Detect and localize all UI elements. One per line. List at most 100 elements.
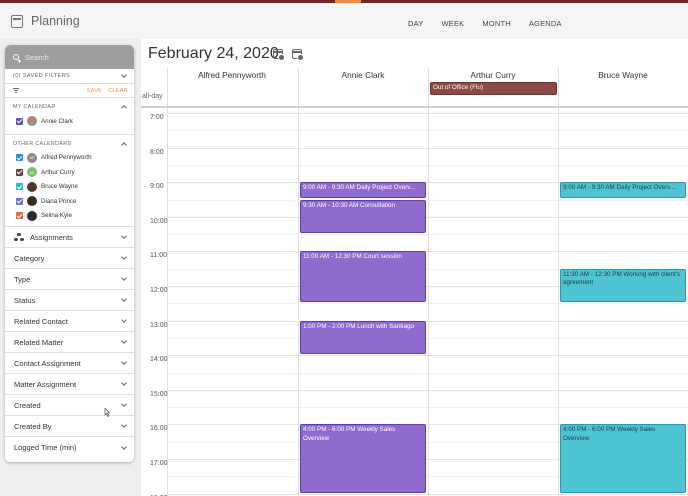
half-hour-line xyxy=(167,130,688,132)
column-header: Annie Clark xyxy=(341,70,385,80)
hour-line xyxy=(167,493,688,495)
chevron-down-icon xyxy=(121,254,127,260)
filter-assignments[interactable]: Assignments xyxy=(5,227,134,248)
date-picker-icon[interactable] xyxy=(292,49,304,61)
calendar-event[interactable]: 11:30 AM - 12:30 PM Working with client'… xyxy=(560,268,686,303)
filter-label: Contact Assignment xyxy=(14,358,81,368)
calendar-item-label: Diana Prince xyxy=(41,197,77,205)
hour-label: 14:00 xyxy=(150,356,168,364)
filter-type[interactable]: Type xyxy=(5,269,134,290)
half-hour-line xyxy=(167,303,688,305)
filter-related-contact[interactable]: Related Contact xyxy=(5,311,134,332)
hour-label: 11:00 xyxy=(150,252,167,260)
calendar-item-label: Arthur Curry xyxy=(41,168,75,176)
filter-status[interactable]: Status xyxy=(5,290,134,311)
filter-matter-assignment[interactable]: Matter Assignment xyxy=(5,374,134,395)
hour-label: 7:00 xyxy=(150,114,164,121)
half-hour-line xyxy=(167,234,688,236)
calendar-event[interactable]: 4:00 PM - 6:00 PM Weekly Sales Overview xyxy=(300,424,426,493)
filter-created-by[interactable]: Created By xyxy=(5,416,134,437)
filter-label: Type xyxy=(14,274,31,284)
filter-related-matter[interactable]: Related Matter xyxy=(5,332,134,353)
hour-label: 8:00 xyxy=(150,148,164,156)
search-icon xyxy=(13,54,19,60)
chevron-up-icon xyxy=(121,141,127,148)
filter-logged-time[interactable]: Logged Time (min) xyxy=(5,437,134,458)
calendar-item-diana-prince[interactable]: Diana Prince xyxy=(5,194,134,209)
avatar: AC xyxy=(27,167,37,178)
hour-line xyxy=(167,389,688,391)
saved-filters-dropdown[interactable]: (0) SAVED FILTERS xyxy=(5,69,134,84)
tab-month[interactable]: MONTH xyxy=(473,3,520,42)
chevron-down-icon xyxy=(121,72,127,78)
tab-week[interactable]: WEEK xyxy=(432,3,473,42)
allday-event[interactable]: Out of Office (Flu) xyxy=(430,82,557,95)
hour-line xyxy=(167,355,688,357)
checkbox[interactable] xyxy=(16,197,23,205)
column-header: Arthur Curry xyxy=(470,70,516,80)
calendar-event[interactable]: 9:30 AM - 10:30 AM Consultation xyxy=(300,199,426,234)
calendar-day-view: February 24, 2020 Alfred Pennyworth Annie… xyxy=(141,39,688,496)
column-header: Alfred Pennyworth xyxy=(198,70,266,80)
chevron-down-icon xyxy=(121,380,127,386)
hour-label: 17:00 xyxy=(150,460,168,467)
calendar-item-arthur-curry[interactable]: AC Arthur Curry xyxy=(5,165,134,180)
filter-label: Related Matter xyxy=(14,337,64,347)
allday-label: all-day xyxy=(142,93,163,100)
other-calendars-section[interactable]: OTHER CALENDARS xyxy=(5,137,134,151)
hour-line xyxy=(167,147,688,149)
calendar-event[interactable]: 11:00 AM - 12:30 PM Court session xyxy=(300,251,426,303)
tab-day[interactable]: DAY xyxy=(399,3,433,42)
chevron-down-icon xyxy=(121,275,127,281)
checkbox[interactable] xyxy=(16,183,23,191)
saved-filters-label: (0) SAVED FILTERS xyxy=(13,73,71,79)
clear-filter-button[interactable]: CLEAR xyxy=(108,88,128,94)
calendar-event[interactable]: 9:00 AM - 9:30 AM Daily Project Overv... xyxy=(300,182,426,199)
checkbox[interactable] xyxy=(16,117,23,125)
calendar-item-alfred-pennyworth[interactable]: AP Alfred Pennyworth xyxy=(5,151,134,166)
half-hour-line xyxy=(167,199,688,201)
search-box xyxy=(5,45,134,69)
chevron-up-icon xyxy=(121,105,127,111)
tab-agenda[interactable]: AGENDA xyxy=(520,3,571,42)
filter-label: Status xyxy=(14,295,36,305)
hour-label: 9:00 xyxy=(150,183,164,191)
app-title-text: Planning xyxy=(31,14,80,28)
checkbox[interactable] xyxy=(16,168,23,176)
checkbox[interactable] xyxy=(16,154,23,162)
calendar-event[interactable]: 4:00 PM - 6:00 PM Weekly Sales Overview xyxy=(560,424,686,493)
view-tabs: DAY WEEK MONTH AGENDA xyxy=(399,3,571,42)
chevron-down-icon xyxy=(121,359,127,365)
filter-label: Created By xyxy=(14,421,52,431)
chevron-down-icon xyxy=(121,296,127,302)
filter-category[interactable]: Category xyxy=(5,248,134,269)
save-filter-button[interactable]: SAVE xyxy=(87,88,102,94)
chevron-down-icon xyxy=(121,338,127,344)
date-title: February 24, 2020 xyxy=(148,45,279,62)
chevron-down-icon xyxy=(121,422,127,428)
calendar-item-bruce-wayne[interactable]: Bruce Wayne xyxy=(5,180,134,195)
avatar xyxy=(27,116,37,127)
search-input[interactable] xyxy=(25,52,125,62)
chevron-down-icon xyxy=(121,443,127,450)
filter-label: Created xyxy=(14,400,41,410)
people-icon xyxy=(14,232,24,242)
calendar-item-label: Annie Clark xyxy=(41,117,73,125)
checkbox[interactable] xyxy=(16,212,23,220)
filter-contact-assignment[interactable]: Contact Assignment xyxy=(5,353,134,374)
chevron-down-icon xyxy=(121,317,127,323)
calendar-event[interactable]: 1:00 PM - 2:00 PM Lunch with Santiago xyxy=(300,320,426,355)
calendar-item-label: Bruce Wayne xyxy=(41,183,78,191)
avatar xyxy=(27,181,37,192)
column-divider xyxy=(298,68,299,496)
my-calendar-section[interactable]: MY CALENDAR xyxy=(5,100,134,114)
column-divider xyxy=(428,68,429,496)
filter-label: Matter Assignment xyxy=(14,379,77,389)
avatar xyxy=(27,196,37,207)
calendar-event[interactable]: 9:00 AM - 9:30 AM Daily Project Overv... xyxy=(560,182,686,199)
calendar-item-selina-kyle[interactable]: Selina Kyle xyxy=(5,209,134,224)
filter-created[interactable]: Created xyxy=(5,395,134,416)
calendar-item-annie-clark[interactable]: Annie Clark xyxy=(5,114,134,129)
calendar-icon xyxy=(11,14,23,28)
today-icon[interactable] xyxy=(273,49,285,61)
